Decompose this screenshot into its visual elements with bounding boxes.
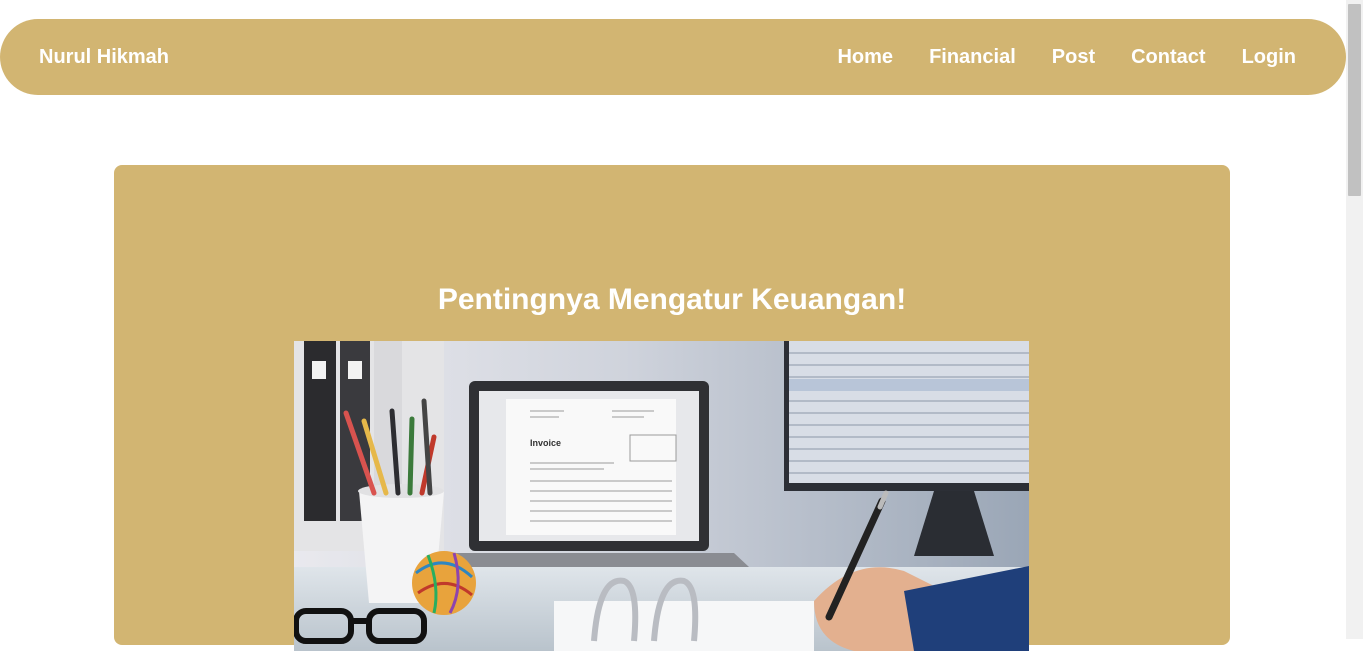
nav-link-login[interactable]: Login <box>1242 46 1296 69</box>
post-title: Pentingnya Mengatur Keuangan! <box>437 283 907 316</box>
nav-links: Home Financial Post Contact Login <box>837 46 1296 69</box>
nav-link-post[interactable]: Post <box>1052 46 1095 69</box>
top-navbar: Nurul Hikmah Home Financial Post Contact… <box>0 19 1346 95</box>
invoice-heading-text: Invoice <box>530 438 561 448</box>
nav-link-contact[interactable]: Contact <box>1131 46 1205 69</box>
nav-link-financial[interactable]: Financial <box>929 46 1016 69</box>
post-hero-image: Invoice <box>294 341 1029 651</box>
scrollbar-thumb[interactable] <box>1348 4 1361 196</box>
nav-link-home[interactable]: Home <box>837 46 893 69</box>
page-scrollbar[interactable] <box>1346 0 1363 639</box>
brand-logo-text[interactable]: Nurul Hikmah <box>39 46 169 69</box>
post-card: Pentingnya Mengatur Keuangan! Invoice <box>114 165 1230 651</box>
